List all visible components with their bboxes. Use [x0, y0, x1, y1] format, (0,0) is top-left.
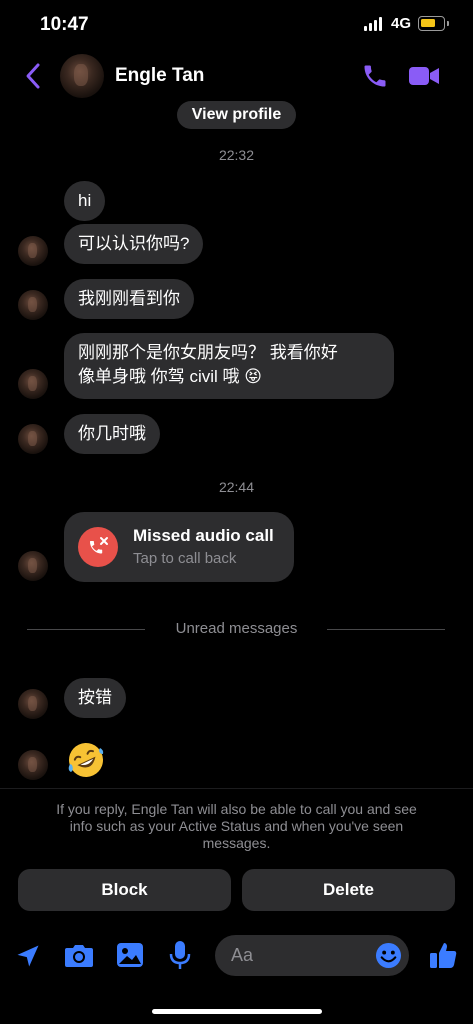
location-arrow-icon[interactable] [14, 942, 42, 970]
back-chevron-icon[interactable] [22, 62, 44, 90]
notice-line: info such as your Active Status and when… [69, 818, 404, 834]
view-profile-button[interactable]: View profile [177, 101, 296, 129]
message-bubble[interactable]: hi [64, 181, 106, 221]
thumbs-up-icon[interactable] [428, 940, 458, 970]
message-composer[interactable] [215, 935, 409, 976]
message-line: 像单身哦 你驾 civil 哦 😝 [78, 367, 262, 386]
status-time: 10:47 [40, 14, 89, 35]
home-indicator [152, 1009, 322, 1014]
message-bubble[interactable]: 我刚刚看到你 [64, 279, 194, 319]
unread-messages-label: Unread messages [175, 620, 298, 637]
sender-avatar[interactable] [18, 551, 48, 581]
missed-call-subtitle: Tap to call back [133, 550, 237, 567]
battery-icon [418, 16, 449, 31]
sender-avatar[interactable] [18, 424, 48, 454]
contact-avatar[interactable] [60, 54, 104, 98]
block-button[interactable]: Block [18, 869, 231, 911]
image-icon[interactable] [116, 942, 144, 968]
missed-call-icon [78, 527, 118, 567]
timestamp: 22:44 [218, 479, 255, 495]
notice-line: messages. [202, 835, 271, 851]
sender-avatar[interactable] [18, 236, 48, 266]
sender-avatar[interactable] [18, 369, 48, 399]
network-type: 4G [391, 15, 412, 32]
missed-call-title: Missed audio call [133, 526, 274, 545]
signal-icon [364, 17, 384, 31]
status-bar: 10:47 4G [0, 0, 473, 50]
chat-header: Engle Tan [0, 52, 473, 100]
message-line: 刚刚那个是你女朋友吗？ 我看你好 [78, 343, 338, 362]
rofl-emoji-icon[interactable] [66, 740, 106, 780]
reply-notice: If you reply, Engle Tan will also be abl… [24, 801, 449, 852]
message-input[interactable] [231, 943, 361, 968]
sender-avatar[interactable] [18, 290, 48, 320]
camera-icon[interactable] [64, 942, 94, 968]
timestamp: 22:32 [218, 147, 255, 163]
message-bubble[interactable]: 刚刚那个是你女朋友吗？ 我看你好 像单身哦 你驾 civil 哦 😝 [64, 333, 394, 399]
contact-name[interactable]: Engle Tan [115, 65, 204, 87]
message-bubble[interactable]: 你几时哦 [64, 414, 160, 454]
phone-icon[interactable] [361, 62, 389, 90]
notice-line: If you reply, Engle Tan will also be abl… [56, 801, 417, 817]
delete-button[interactable]: Delete [242, 869, 455, 911]
microphone-icon[interactable] [169, 940, 191, 970]
battery-level [421, 19, 435, 27]
sender-avatar[interactable] [18, 750, 48, 780]
video-camera-icon[interactable] [408, 64, 440, 88]
message-bubble[interactable]: 可以认识你吗? [64, 224, 204, 264]
separator [0, 788, 473, 789]
sender-avatar[interactable] [18, 689, 48, 719]
emoji-icon[interactable] [375, 942, 402, 969]
message-bubble[interactable]: 按错 [64, 678, 126, 718]
missed-call-card[interactable]: Missed audio call Tap to call back [64, 512, 294, 582]
